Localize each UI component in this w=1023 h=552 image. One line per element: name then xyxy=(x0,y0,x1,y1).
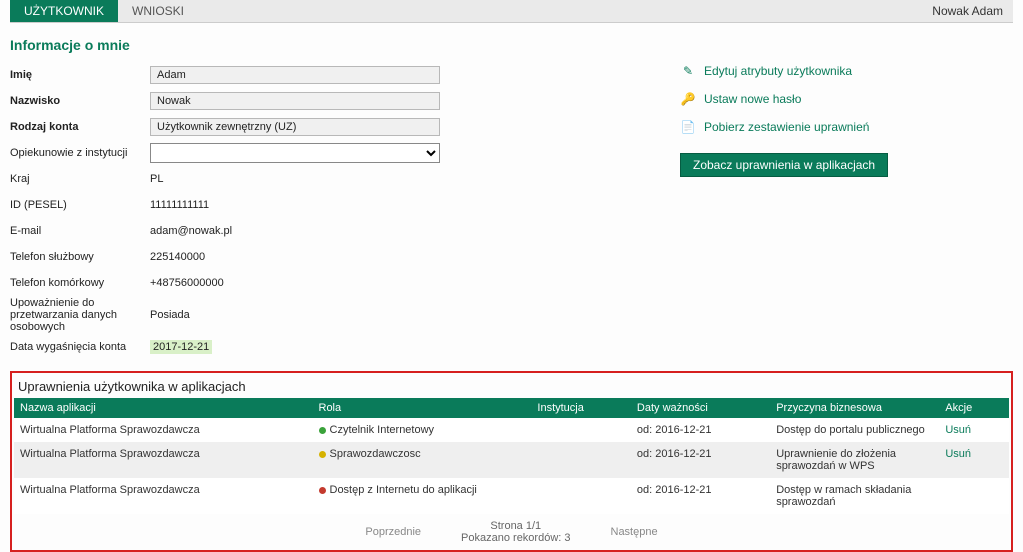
value-phone-mobile: +48756000000 xyxy=(150,277,470,289)
delete-link[interactable]: Usuń xyxy=(945,424,971,436)
th-actions: Akcje xyxy=(939,398,1009,418)
link-download-permissions-label: Pobierz zestawienie uprawnień xyxy=(704,120,869,134)
value-account-type: Użytkownik zewnętrzny (UZ) xyxy=(150,118,440,136)
th-institution[interactable]: Instytucja xyxy=(531,398,631,418)
cell-role: Dostęp z Internetu do aplikacji xyxy=(313,478,532,514)
cell-app: Wirtualna Platforma Sprawozdawcza xyxy=(14,418,313,442)
cell-app: Wirtualna Platforma Sprawozdawcza xyxy=(14,442,313,478)
pager-page: Strona 1/1 xyxy=(490,520,541,532)
cell-action xyxy=(939,478,1009,514)
cell-reason: Dostęp do portalu publicznego xyxy=(770,418,939,442)
cell-role: Czytelnik Internetowy xyxy=(313,418,532,442)
status-dot-icon xyxy=(319,487,326,494)
cell-action: Usuń xyxy=(939,418,1009,442)
pager-next[interactable]: Następne xyxy=(611,526,658,538)
status-dot-icon xyxy=(319,427,326,434)
th-app[interactable]: Nazwa aplikacji xyxy=(14,398,313,418)
label-account-type: Rodzaj konta xyxy=(10,121,150,133)
value-pesel: 11111111111 xyxy=(150,199,470,211)
edit-icon: ✎ xyxy=(680,63,696,79)
current-user-label: Nowak Adam xyxy=(922,0,1013,22)
table-header-row: Nazwa aplikacji Rola Instytucja Daty waż… xyxy=(14,398,1009,418)
cell-institution xyxy=(531,478,631,514)
value-email: adam@nowak.pl xyxy=(150,225,470,237)
status-dot-icon xyxy=(319,451,326,458)
label-phone-mobile: Telefon komórkowy xyxy=(10,277,150,289)
user-info-panel: Imię Adam Nazwisko Nowak Rodzaj konta Uż… xyxy=(10,63,470,361)
main-tabs: UŻYTKOWNIK WNIOSKI xyxy=(10,0,198,22)
pager-shown: Pokazano rekordów: 3 xyxy=(461,532,570,544)
cell-action: Usuń xyxy=(939,442,1009,478)
key-icon: 🔑 xyxy=(680,91,696,107)
app-permissions-section: Uprawnienia użytkownika w aplikacjach Na… xyxy=(10,371,1013,552)
link-edit-attributes-label: Edytuj atrybuty użytkownika xyxy=(704,64,852,78)
tab-user[interactable]: UŻYTKOWNIK xyxy=(10,0,118,22)
th-dates[interactable]: Daty ważności xyxy=(631,398,770,418)
cell-dates: od: 2016-12-21 xyxy=(631,418,770,442)
value-expiry: 2017-12-21 xyxy=(150,340,212,354)
value-last-name: Nowak xyxy=(150,92,440,110)
view-app-permissions-button[interactable]: Zobacz uprawnienia w aplikacjach xyxy=(680,153,888,177)
guardians-select[interactable] xyxy=(150,143,440,163)
cell-dates: od: 2016-12-21 xyxy=(631,478,770,514)
permissions-table: Nazwa aplikacji Rola Instytucja Daty waż… xyxy=(14,398,1009,514)
cell-dates: od: 2016-12-21 xyxy=(631,442,770,478)
app-permissions-title: Uprawnienia użytkownika w aplikacjach xyxy=(14,377,1009,398)
label-pesel: ID (PESEL) xyxy=(10,199,150,211)
th-role[interactable]: Rola xyxy=(313,398,532,418)
pager: Poprzednie Strona 1/1 Pokazano rekordów:… xyxy=(14,520,1009,544)
delete-link[interactable]: Usuń xyxy=(945,448,971,460)
link-set-password-label: Ustaw nowe hasło xyxy=(704,92,801,106)
cell-institution xyxy=(531,442,631,478)
label-first-name: Imię xyxy=(10,69,150,81)
topbar: UŻYTKOWNIK WNIOSKI Nowak Adam xyxy=(10,0,1013,23)
table-row: Wirtualna Platforma SprawozdawczaDostęp … xyxy=(14,478,1009,514)
pager-prev[interactable]: Poprzednie xyxy=(365,526,421,538)
label-last-name: Nazwisko xyxy=(10,95,150,107)
side-actions: ✎ Edytuj atrybuty użytkownika 🔑 Ustaw no… xyxy=(500,63,1013,361)
link-set-password[interactable]: 🔑 Ustaw nowe hasło xyxy=(680,91,1013,107)
table-row: Wirtualna Platforma SprawozdawczaCzyteln… xyxy=(14,418,1009,442)
label-email: E-mail xyxy=(10,225,150,237)
cell-app: Wirtualna Platforma Sprawozdawcza xyxy=(14,478,313,514)
value-first-name: Adam xyxy=(150,66,440,84)
download-icon: 📄 xyxy=(680,119,696,135)
value-country: PL xyxy=(150,173,470,185)
link-download-permissions[interactable]: 📄 Pobierz zestawienie uprawnień xyxy=(680,119,1013,135)
cell-role: Sprawozdawczosc xyxy=(313,442,532,478)
cell-reason: Uprawnienie do złożenia sprawozdań w WPS xyxy=(770,442,939,478)
label-consent: Upoważnienie do przetwarzania danych oso… xyxy=(10,297,150,333)
page-title: Informacje o mnie xyxy=(10,37,1013,53)
label-phone-work: Telefon służbowy xyxy=(10,251,150,263)
label-expiry: Data wygaśnięcia konta xyxy=(10,341,150,353)
value-consent: Posiada xyxy=(150,309,470,321)
cell-institution xyxy=(531,418,631,442)
label-country: Kraj xyxy=(10,173,150,185)
label-guardians: Opiekunowie z instytucji xyxy=(10,147,150,159)
cell-reason: Dostęp w ramach składania sprawozdań xyxy=(770,478,939,514)
th-reason[interactable]: Przyczyna biznesowa xyxy=(770,398,939,418)
tab-requests[interactable]: WNIOSKI xyxy=(118,0,198,22)
link-edit-attributes[interactable]: ✎ Edytuj atrybuty użytkownika xyxy=(680,63,1013,79)
table-row: Wirtualna Platforma SprawozdawczaSprawoz… xyxy=(14,442,1009,478)
value-phone-work: 225140000 xyxy=(150,251,470,263)
